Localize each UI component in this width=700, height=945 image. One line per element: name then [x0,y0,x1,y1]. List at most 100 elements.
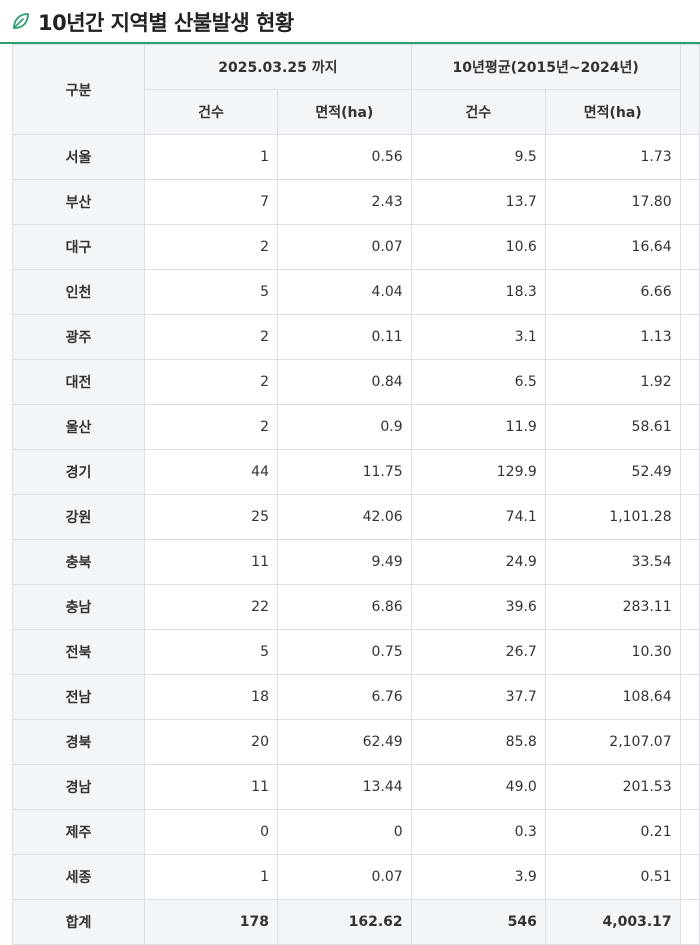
cell-overflow [679,719,700,765]
cell-overflow [679,404,700,450]
cell-area-current: 2.43 [276,179,412,225]
table-row: 전북 5 0.75 26.7 10.30 [11,629,700,675]
table-row: 경기 44 11.75 129.9 52.49 [11,449,700,495]
cell-area-current: 62.49 [276,719,412,765]
cell-count-current: 18 [144,674,278,720]
cell-area-average: 17.80 [544,179,681,225]
cell-area-average: 2,107.07 [544,719,681,765]
cell-area-current: 6.86 [276,584,412,630]
header-group-average: 10년평균(2015년~2024년) [410,44,681,90]
cell-area-average: 0.21 [544,809,681,855]
cell-count-current: 20 [144,719,278,765]
cell-area-average: 58.61 [544,404,681,450]
cell-count-current: 22 [144,584,278,630]
cell-area-average: 10.30 [544,629,681,675]
page-title: 10년간 지역별 산불발생 현황 [38,11,294,35]
cell-count-current: 11 [144,539,278,585]
cell-area-average: 33.54 [544,539,681,585]
cell-area-current: 0.07 [276,854,412,900]
cell-overflow [679,764,700,810]
header-area-average: 면적(ha) [544,89,681,135]
table-row: 강원 25 42.06 74.1 1,101.28 [11,494,700,540]
header-area-current: 면적(ha) [276,89,412,135]
cell-region: 경북 [11,719,146,765]
cell-area-current: 13.44 [276,764,412,810]
cell-count-current: 0 [144,809,278,855]
header-row-groups: 구분 2025.03.25 까지 10년평균(2015년~2024년) [11,44,700,135]
cell-count-current: 178 [144,899,278,945]
cell-area-average: 201.53 [544,764,681,810]
table-row: 전남 18 6.76 37.7 108.64 [11,674,700,720]
cell-overflow [679,674,700,720]
cell-overflow [679,629,700,675]
leaf-icon [13,13,29,29]
cell-area-current: 11.75 [276,449,412,495]
cell-area-current: 0.84 [276,359,412,405]
table-row: 대구 2 0.07 10.6 16.64 [11,224,700,270]
cell-overflow [679,809,700,855]
cell-overflow [679,269,700,315]
cell-area-current: 0.75 [276,629,412,675]
cell-area-average: 0.51 [544,854,681,900]
table-row: 부산 7 2.43 13.7 17.80 [11,179,700,225]
header-overflow [679,44,700,135]
cell-count-average: 49.0 [410,764,546,810]
cell-count-average: 6.5 [410,359,546,405]
cell-region: 대구 [11,224,146,270]
cell-region: 광주 [11,314,146,360]
cell-overflow [679,179,700,225]
cell-count-current: 2 [144,359,278,405]
cell-count-average: 39.6 [410,584,546,630]
cell-area-current: 0.11 [276,314,412,360]
table-row: 인천 5 4.04 18.3 6.66 [11,269,700,315]
cell-region: 경기 [11,449,146,495]
cell-region: 전북 [11,629,146,675]
cell-count-average: 85.8 [410,719,546,765]
cell-area-current: 0 [276,809,412,855]
cell-count-current: 1 [144,854,278,900]
cell-count-average: 13.7 [410,179,546,225]
cell-count-current: 11 [144,764,278,810]
table-row: 울산 2 0.9 11.9 58.61 [11,404,700,450]
total-row: 합계 178 162.62 546 4,003.17 [11,899,700,945]
cell-area-current: 4.04 [276,269,412,315]
cell-region: 충남 [11,584,146,630]
cell-count-average: 0.3 [410,809,546,855]
cell-region: 세종 [11,854,146,900]
cell-region: 제주 [11,809,146,855]
cell-region: 합계 [11,899,146,945]
cell-overflow [679,449,700,495]
cell-region: 서울 [11,134,146,180]
cell-region: 인천 [11,269,146,315]
cell-count-current: 44 [144,449,278,495]
cell-count-average: 18.3 [410,269,546,315]
cell-area-average: 1.92 [544,359,681,405]
cell-area-current: 0.07 [276,224,412,270]
cell-count-current: 25 [144,494,278,540]
cell-area-average: 108.64 [544,674,681,720]
cell-region: 부산 [11,179,146,225]
cell-area-average: 1.13 [544,314,681,360]
table-row: 충남 22 6.86 39.6 283.11 [11,584,700,630]
table-row: 대전 2 0.84 6.5 1.92 [11,359,700,405]
cell-count-average: 26.7 [410,629,546,675]
cell-region: 강원 [11,494,146,540]
cell-overflow [679,899,700,945]
table-row: 제주 0 0 0.3 0.21 [11,809,700,855]
cell-count-current: 5 [144,269,278,315]
cell-count-average: 11.9 [410,404,546,450]
table-row: 광주 2 0.11 3.1 1.13 [11,314,700,360]
cell-overflow [679,584,700,630]
section-header: 10년간 지역별 산불발생 현황 [0,0,700,44]
table-header: 구분 2025.03.25 까지 10년평균(2015년~2024년) 건수 면… [11,44,700,135]
cell-count-average: 3.9 [410,854,546,900]
cell-overflow [679,314,700,360]
cell-overflow [679,539,700,585]
cell-overflow [679,224,700,270]
cell-area-current: 9.49 [276,539,412,585]
cell-count-average: 10.6 [410,224,546,270]
cell-area-average: 16.64 [544,224,681,270]
wildfire-stats-table: 구분 2025.03.25 까지 10년평균(2015년~2024년) 건수 면… [11,44,700,945]
cell-count-average: 74.1 [410,494,546,540]
cell-area-average: 1,101.28 [544,494,681,540]
